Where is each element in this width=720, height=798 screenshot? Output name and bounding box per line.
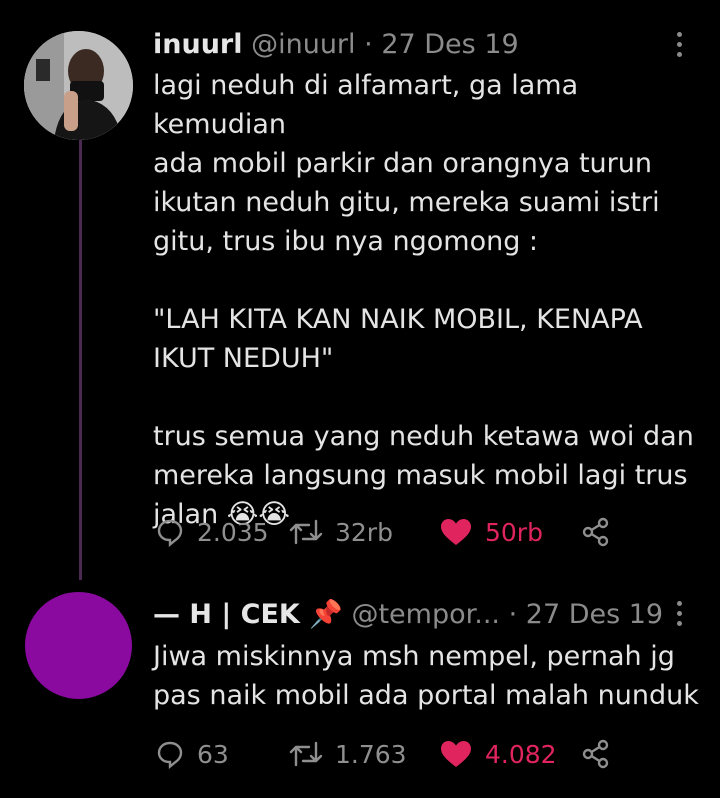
retweet-icon [289,519,323,545]
reply-reply-button[interactable]: 63 [155,734,229,774]
reply-count: 2.035 [197,517,269,547]
reply-like-button[interactable]: 4.082 [439,734,557,774]
heart-icon [441,741,471,767]
reply-retweet-button[interactable]: 1.763 [289,734,407,774]
reply-retweet-count: 1.763 [335,739,407,769]
reply-reply-count: 63 [197,739,229,769]
reply-actions: 63 1.763 4.082 [153,734,623,774]
thread-connector-line [79,140,82,580]
separator-dot: · [508,599,518,630]
author-handle[interactable]: @inuurl [251,29,355,60]
avatar[interactable] [24,31,133,140]
reply-share-button[interactable] [581,734,611,774]
share-icon [582,739,609,769]
reply-icon [157,519,183,547]
more-options-icon[interactable] [677,32,683,58]
like-count: 50rb [485,517,543,547]
retweet-count: 32rb [335,517,393,547]
reply-author-name[interactable]: — H | CEK 📌 [153,599,343,630]
reply-icon [157,741,183,769]
reply-header: — H | CEK 📌 @tempor... · 27 Des 19 [153,599,663,631]
reply-more-options-icon[interactable] [677,601,683,627]
like-button[interactable]: 50rb [439,512,543,552]
tweet-header: inuurl @inuurl · 27 Des 19 [153,29,519,61]
tweet-date[interactable]: 27 Des 19 [381,29,518,60]
reply-button[interactable]: 2.035 [155,512,269,552]
avatar-photo [24,31,133,140]
share-icon [582,517,609,547]
reply-date[interactable]: 27 Des 19 [526,599,663,630]
reply-text: Jiwa miskinnya msh nempel, pernah jg pas… [153,641,699,711]
reply-like-count: 4.082 [485,739,557,769]
author-name[interactable]: inuurl [153,29,243,60]
reply-author-handle[interactable]: @tempor... [351,599,500,630]
retweet-button[interactable]: 32rb [289,512,393,552]
tweet-text: lagi neduh di alfamart, ga lama kemudian… [153,70,694,530]
tweet-actions: 2.035 32rb 50rb [153,512,623,552]
retweet-icon [289,741,323,767]
share-button[interactable] [581,512,611,552]
reply-avatar[interactable] [25,592,132,699]
separator-dot: · [364,29,373,60]
heart-icon [441,519,471,545]
